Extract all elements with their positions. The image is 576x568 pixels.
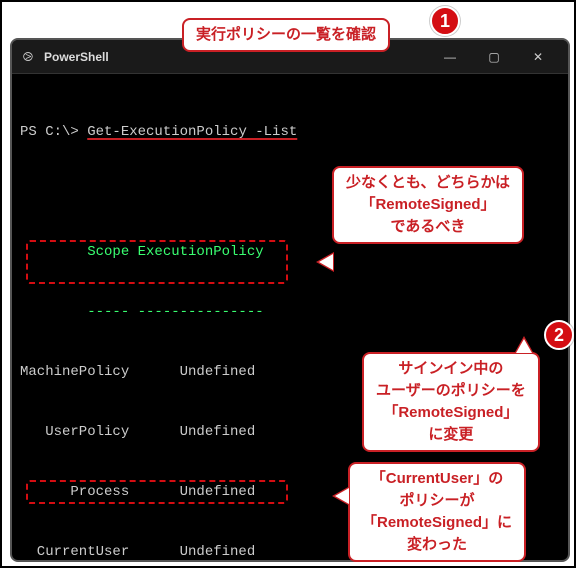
col-exec: ExecutionPolicy xyxy=(129,244,263,260)
callout-change-user-policy: サインイン中の ユーザーのポリシーを 「RemoteSigned」 に変更 xyxy=(362,352,540,452)
callout-should-be-remotesigned: 少なくとも、どちらかは 「RemoteSigned」 であるべき xyxy=(332,166,524,244)
badge-2: 2 xyxy=(544,320,574,350)
minimize-button[interactable]: — xyxy=(428,42,472,72)
command-get-policy-1: Get-ExecutionPolicy -List xyxy=(87,124,297,140)
callout-currentuser-changed: 「CurrentUser」の ポリシーが 「RemoteSigned」に 変わっ… xyxy=(348,462,526,562)
prompt: PS C:\> xyxy=(20,124,87,140)
powershell-icon: ⧁ xyxy=(20,49,36,65)
callout-tail xyxy=(514,336,534,354)
col-scope: Scope xyxy=(20,244,129,260)
close-button[interactable]: ✕ xyxy=(516,42,560,72)
col-dash-exec: --------------- xyxy=(129,304,263,320)
col-dash-scope: ----- xyxy=(20,304,129,320)
badge-1: 1 xyxy=(430,6,460,36)
callout-tail xyxy=(316,252,334,272)
callout-tail xyxy=(332,486,350,506)
maximize-button[interactable]: ▢ xyxy=(472,42,516,72)
callout-list-policies: 実行ポリシーの一覧を確認 xyxy=(182,18,390,52)
